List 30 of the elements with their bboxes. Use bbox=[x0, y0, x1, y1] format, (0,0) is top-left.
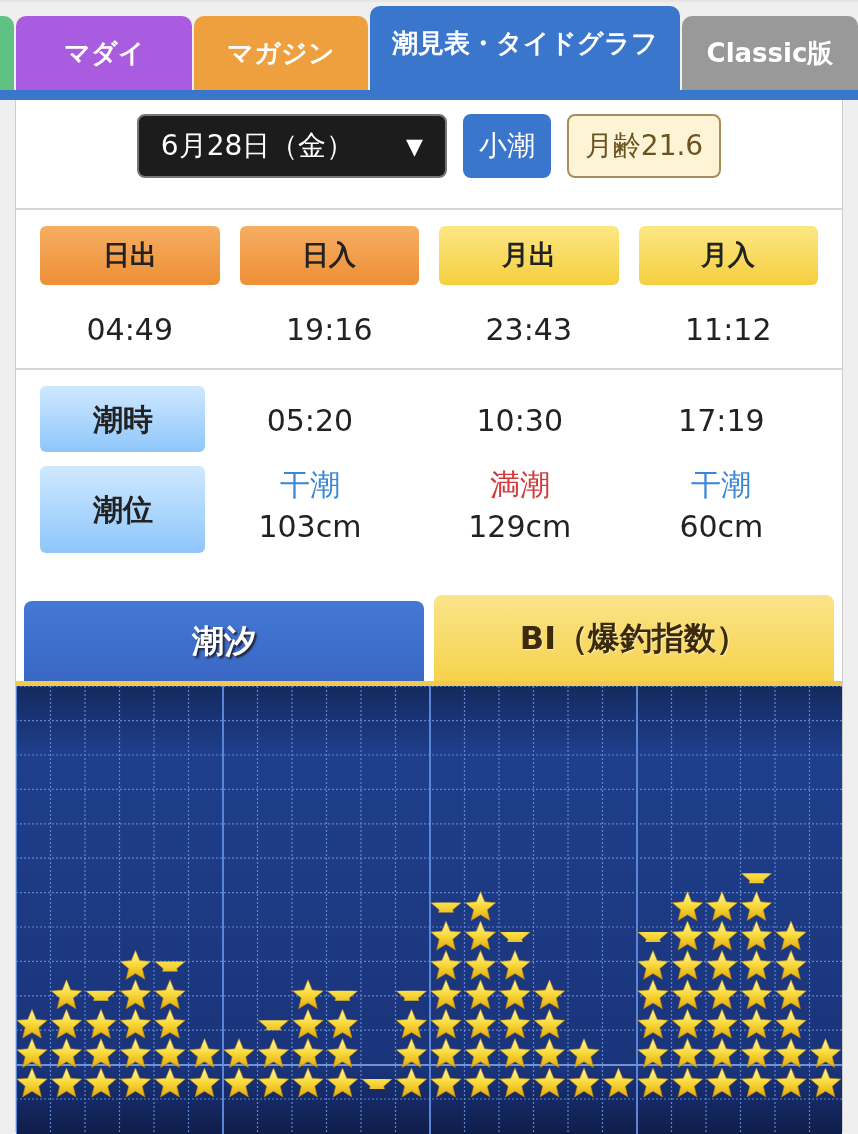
tide-type: 満潮 bbox=[489, 466, 550, 504]
date-select[interactable]: 6月28日（金） ▼ bbox=[136, 114, 447, 178]
time-value: 19:16 bbox=[286, 311, 373, 349]
moon-time-label: 月入 bbox=[638, 226, 818, 285]
tide-type: 干潮 bbox=[691, 466, 752, 504]
time-value: 04:49 bbox=[86, 311, 173, 349]
graph-tab[interactable]: BI（爆釣指数） bbox=[434, 595, 834, 681]
tide-type: 干潮 bbox=[279, 466, 340, 504]
tab[interactable] bbox=[0, 16, 14, 90]
tide-time-label: 潮時 bbox=[40, 386, 205, 452]
tide-time: 17:19 bbox=[678, 402, 765, 440]
tide-time: 10:30 bbox=[476, 402, 563, 440]
sun-time-label: 日出 bbox=[40, 226, 220, 285]
tide-height: 103cm bbox=[258, 508, 362, 546]
tide-height: 60cm bbox=[679, 508, 764, 546]
tab[interactable]: 潮見表・タイドグラフ bbox=[370, 6, 680, 90]
graph-tab[interactable]: 潮汐 bbox=[24, 601, 424, 681]
date-text: 6月28日（金） bbox=[160, 128, 355, 164]
sun-time-label: 日入 bbox=[239, 226, 419, 285]
tide-height: 129cm bbox=[468, 508, 572, 546]
tab[interactable]: Classic版 bbox=[682, 16, 858, 90]
tab[interactable]: マダイ bbox=[16, 16, 192, 90]
time-value: 23:43 bbox=[485, 311, 572, 349]
tide-name-label: 小潮 bbox=[462, 114, 551, 178]
moon-time-label: 月出 bbox=[439, 226, 619, 285]
moon-age-label: 月齢21.6 bbox=[566, 114, 722, 178]
caret-icon: ▼ bbox=[405, 129, 423, 163]
tide-level-label: 潮位 bbox=[40, 466, 205, 553]
time-value: 11:12 bbox=[685, 311, 772, 349]
tide-time: 05:20 bbox=[266, 402, 354, 440]
